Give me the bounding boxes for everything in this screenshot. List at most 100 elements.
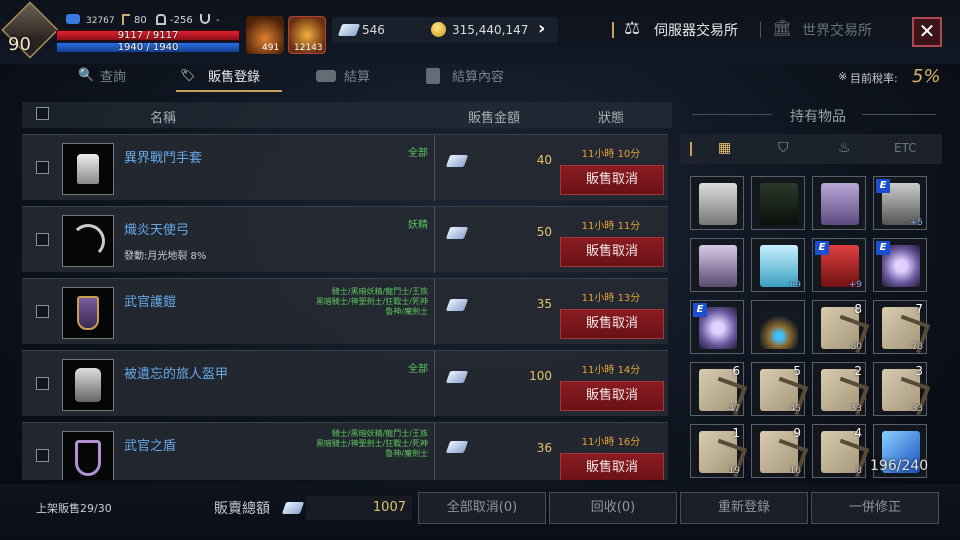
inventory-slot[interactable] — [751, 300, 805, 354]
row-checkbox[interactable] — [36, 233, 49, 246]
divider — [862, 114, 936, 115]
tab-settle[interactable]: 結算 — [344, 66, 370, 92]
row-checkbox[interactable] — [36, 377, 49, 390]
inventory-slot[interactable]: 6 47 — [690, 362, 744, 416]
inventory-slot[interactable]: 8 80 — [812, 300, 866, 354]
food-count: 12143 — [294, 43, 323, 53]
divider — [692, 114, 772, 115]
potion-tab-icon[interactable]: ♨ — [838, 140, 851, 156]
inventory-title: 持有物品 — [790, 109, 846, 125]
row-checkbox[interactable] — [36, 305, 49, 318]
trophy-icon — [200, 14, 210, 24]
crystal-amount: 546 — [362, 23, 385, 37]
inventory-slot[interactable]: 3 33 — [873, 362, 927, 416]
item-timer: 11小時 10分 — [581, 149, 641, 160]
slot-quantity: 2 — [854, 364, 862, 378]
gauntlet-icon — [699, 183, 737, 225]
server-exchange-tab[interactable]: 伺服器交易所 — [654, 20, 738, 40]
listed-count: 上架販售29/30 — [36, 502, 112, 515]
gauntlet-icon — [62, 143, 114, 195]
mp-text: 1940 / 1940 — [117, 42, 179, 53]
stat-trophy: - — [216, 15, 220, 26]
cancel-sale-button[interactable]: 販售取消 — [560, 309, 664, 339]
inventory-slot[interactable] — [690, 238, 744, 292]
inventory-slot[interactable]: 9 16 — [751, 424, 805, 478]
world-exchange-tab[interactable]: 世界交易所 — [802, 20, 872, 40]
tab-sell-register[interactable]: 販售登錄 — [176, 66, 282, 92]
shield-tab-icon[interactable]: ⛉ — [778, 140, 789, 156]
inventory-slot[interactable]: E +9 — [812, 238, 866, 292]
inventory-slot[interactable]: 5 45 — [751, 362, 805, 416]
slot-count: +5 — [909, 218, 923, 228]
col-status: 狀態 — [598, 111, 625, 126]
table-row[interactable]: 被遺忘的旅人盔甲 全部 100 11小時 14分 販售取消 — [22, 350, 668, 417]
slot-count: 33 — [911, 404, 923, 414]
inventory-slot[interactable]: E +5 — [873, 176, 927, 230]
tax-label: 目前稅率: — [850, 72, 898, 85]
item-timer: 11小時 11分 — [581, 221, 641, 232]
select-all-checkbox[interactable] — [36, 107, 49, 120]
modify-all-button[interactable]: 一併修正 — [811, 492, 939, 524]
inventory-slot[interactable]: 7 78 — [873, 300, 927, 354]
divider — [612, 22, 614, 38]
tab-query[interactable]: 查詢 — [100, 66, 126, 92]
equipped-badge: E — [815, 241, 829, 255]
inventory-slot[interactable] — [751, 176, 805, 230]
divider — [434, 207, 435, 273]
scale-icon: ⚖ — [624, 18, 641, 39]
bag-icon — [426, 68, 440, 84]
inventory-slot[interactable] — [690, 176, 744, 230]
item-class: 騎士/黑暗妖精/龍鬥士/王族 黑暗騎士/神聖劍士/狂戰士/死神 魯神/魔劍士 — [315, 287, 428, 316]
inventory-tabs: ▦ ⛉ ♨ ETC — [680, 134, 942, 164]
item-name: 熾炎天使弓 — [124, 223, 190, 238]
item-price: 36 — [536, 441, 552, 455]
divider — [434, 279, 435, 345]
divider — [760, 22, 761, 38]
row-checkbox[interactable] — [36, 161, 49, 174]
cancel-sale-button[interactable]: 販售取消 — [560, 237, 664, 267]
chevron-right-icon[interactable]: › — [538, 18, 545, 39]
inventory-slot[interactable] — [812, 176, 866, 230]
cancel-sale-button[interactable]: 販售取消 — [560, 453, 664, 480]
slot-quantity: 1 — [732, 426, 740, 440]
slot-count: +9 — [787, 280, 801, 290]
cancel-sale-button[interactable]: 販售取消 — [560, 165, 664, 195]
item-name: 武官之盾 — [124, 439, 177, 454]
cancel-sale-button[interactable]: 販售取消 — [560, 381, 664, 411]
slot-count: 19 — [728, 466, 740, 476]
table-row[interactable]: 異界戰鬥手套 全部 40 11小時 10分 販售取消 — [22, 134, 668, 201]
item-price: 40 — [536, 153, 552, 167]
table-row[interactable]: 武官之盾 騎士/黑暗妖精/龍鬥士/王族 黑暗騎士/神聖劍士/狂戰士/死神 魯神/… — [22, 422, 668, 480]
stat-key: 80 — [134, 15, 147, 26]
grid-icon[interactable]: ▦ — [718, 140, 731, 156]
key-icon — [122, 14, 130, 25]
close-button[interactable]: ✕ — [912, 17, 942, 47]
relist-button[interactable]: 重新登錄 — [680, 492, 808, 524]
divider — [434, 423, 435, 480]
inventory-slot[interactable]: E — [690, 300, 744, 354]
reclaim-button[interactable]: 回收(0) — [549, 492, 677, 524]
tab-settle-content[interactable]: 結算內容 — [452, 66, 504, 92]
stat-defense: -256 — [170, 15, 193, 26]
slot-count: 45 — [789, 404, 801, 414]
inventory-slot[interactable]: 48 — [812, 424, 866, 478]
cancel-all-button[interactable]: 全部取消(0) — [418, 492, 546, 524]
inventory-slot[interactable]: +9 — [751, 238, 805, 292]
table-row[interactable]: 熾炎天使弓 發動:月光地裂 8% 妖精 50 11小時 11分 販售取消 — [22, 206, 668, 273]
tab-etc[interactable]: ETC — [894, 141, 917, 155]
row-checkbox[interactable] — [36, 449, 49, 462]
search-icon: 🔍 — [78, 68, 95, 83]
slot-quantity: 7 — [915, 302, 923, 316]
inventory-slot[interactable]: 1 19 — [690, 424, 744, 478]
col-name: 名稱 — [150, 111, 177, 126]
slot-quantity: 5 — [793, 364, 801, 378]
bow-icon — [62, 215, 114, 267]
table-row[interactable]: 武官護鎧 騎士/黑暗妖精/龍鬥士/王族 黑暗騎士/神聖劍士/狂戰士/死神 魯神/… — [22, 278, 668, 345]
inventory-slot[interactable]: 2 33 — [812, 362, 866, 416]
item-class: 全部 — [408, 364, 428, 375]
item-name: 被遺忘的旅人盔甲 — [124, 367, 229, 382]
robe-icon — [821, 183, 859, 225]
divider — [690, 142, 692, 156]
item-timer: 11小時 14分 — [581, 365, 641, 376]
inventory-slot[interactable]: E — [873, 238, 927, 292]
